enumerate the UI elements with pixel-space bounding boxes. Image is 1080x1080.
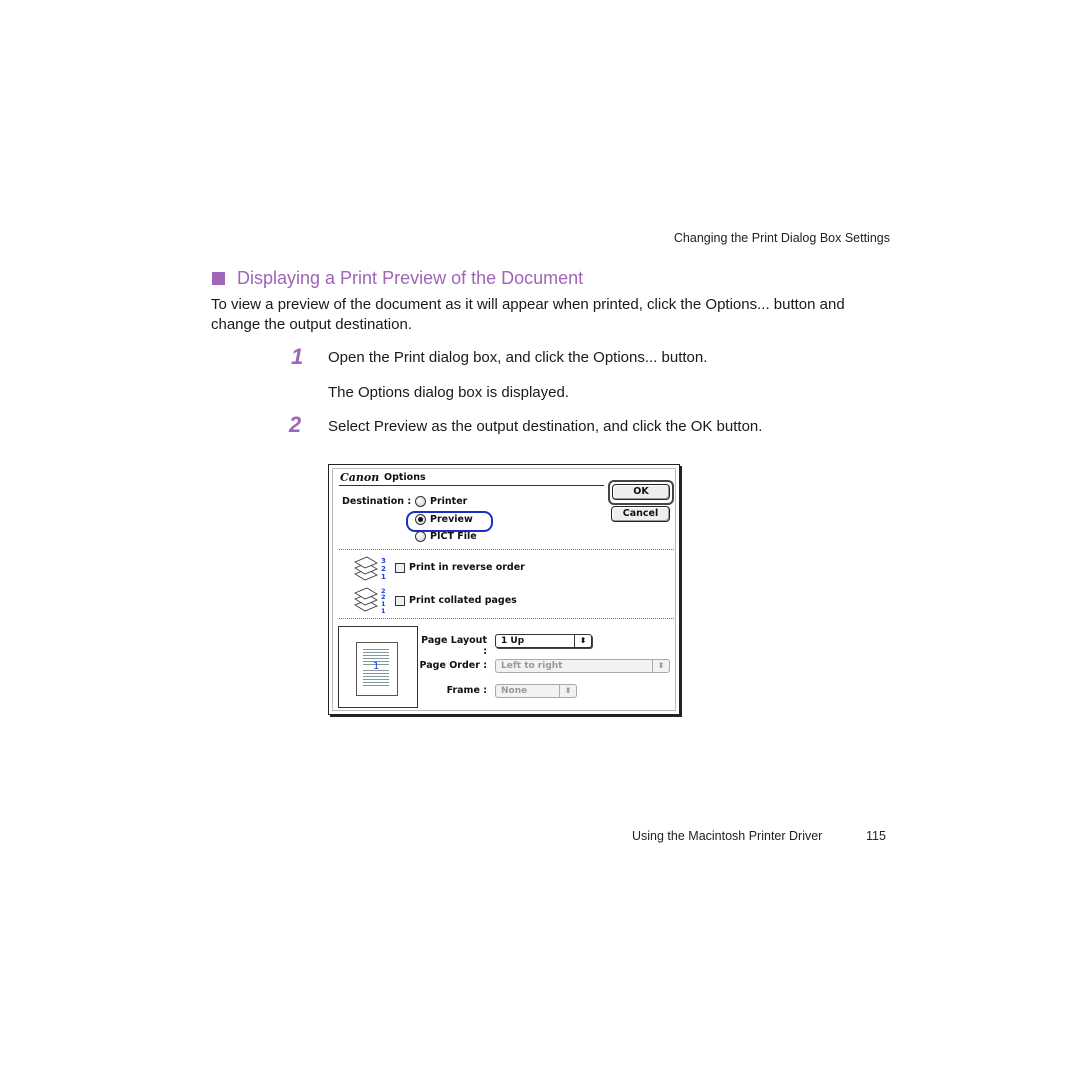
footer-chapter: Using the Macintosh Printer Driver [632, 829, 823, 843]
radio-button [415, 531, 426, 542]
intro-paragraph: To view a preview of the document as it … [211, 296, 845, 333]
checkbox-label: Print collated pages [409, 595, 517, 606]
frame-select[interactable]: None ⬍ [495, 684, 577, 698]
step-result: The Options dialog box is displayed. [328, 384, 569, 401]
updown-arrow-icon: ⬍ [574, 635, 591, 647]
dialog-title: Options [384, 472, 426, 483]
step-text: Select Preview as the output destination… [328, 418, 763, 435]
radio-label: PICT File [430, 531, 477, 542]
updown-arrow-icon: ⬍ [652, 660, 669, 672]
preview-page-number: 1 [373, 661, 380, 672]
reverse-order-checkbox[interactable]: Print in reverse order [395, 562, 525, 573]
heading-square-icon [212, 272, 225, 285]
radio-pict-file[interactable]: PICT File [415, 531, 477, 542]
radio-button-selected [415, 514, 426, 525]
frame-label: Frame : [446, 685, 487, 696]
stack-number: 2 [381, 565, 386, 573]
select-value: None [501, 686, 528, 696]
updown-arrow-icon: ⬍ [559, 685, 576, 697]
cancel-button[interactable]: Cancel [611, 506, 670, 522]
section-divider [339, 618, 674, 619]
select-value: 1 Up [501, 636, 525, 646]
collated-pages-checkbox[interactable]: Print collated pages [395, 595, 517, 606]
radio-preview[interactable]: Preview [415, 514, 473, 525]
radio-label: Preview [430, 514, 473, 525]
page-order-select[interactable]: Left to right ⬍ [495, 659, 670, 673]
page-order-label: Page Order : [419, 660, 487, 671]
radio-label: Printer [430, 496, 468, 507]
section-heading: Displaying a Print Preview of the Docume… [212, 268, 583, 289]
ok-button[interactable]: OK [612, 484, 670, 500]
canon-logo: Canon [340, 471, 380, 484]
step-text: Open the Print dialog box, and click the… [328, 349, 708, 366]
running-head: Changing the Print Dialog Box Settings [673, 231, 890, 245]
section-divider [339, 549, 674, 550]
options-dialog: Canon Options OK Cancel Destination : Pr… [328, 464, 680, 715]
stack-number: 1 [381, 573, 386, 581]
title-divider [339, 485, 604, 486]
select-value: Left to right [501, 661, 563, 671]
radio-button [415, 496, 426, 507]
checkbox [395, 562, 405, 573]
step-number: 2 [289, 412, 302, 437]
stack-number: 1 [381, 607, 386, 615]
layout-preview: 1 [338, 626, 418, 708]
collated-pages-icon: 2 2 1 1 [354, 587, 386, 615]
checkbox [395, 595, 405, 606]
radio-printer[interactable]: Printer [415, 496, 467, 507]
preview-page-icon: 1 [356, 642, 398, 696]
step-number: 1 [291, 344, 304, 369]
section-heading-text: Displaying a Print Preview of the Docume… [237, 268, 584, 288]
destination-label: Destination : [342, 496, 412, 507]
checkbox-label: Print in reverse order [409, 562, 525, 573]
stack-number: 3 [381, 557, 386, 565]
page-number: 115 [866, 829, 886, 843]
page-layout-select[interactable]: 1 Up ⬍ [495, 634, 592, 648]
reverse-order-icon: 3 2 1 [354, 556, 386, 581]
page-layout-label: Page Layout : [421, 635, 487, 657]
